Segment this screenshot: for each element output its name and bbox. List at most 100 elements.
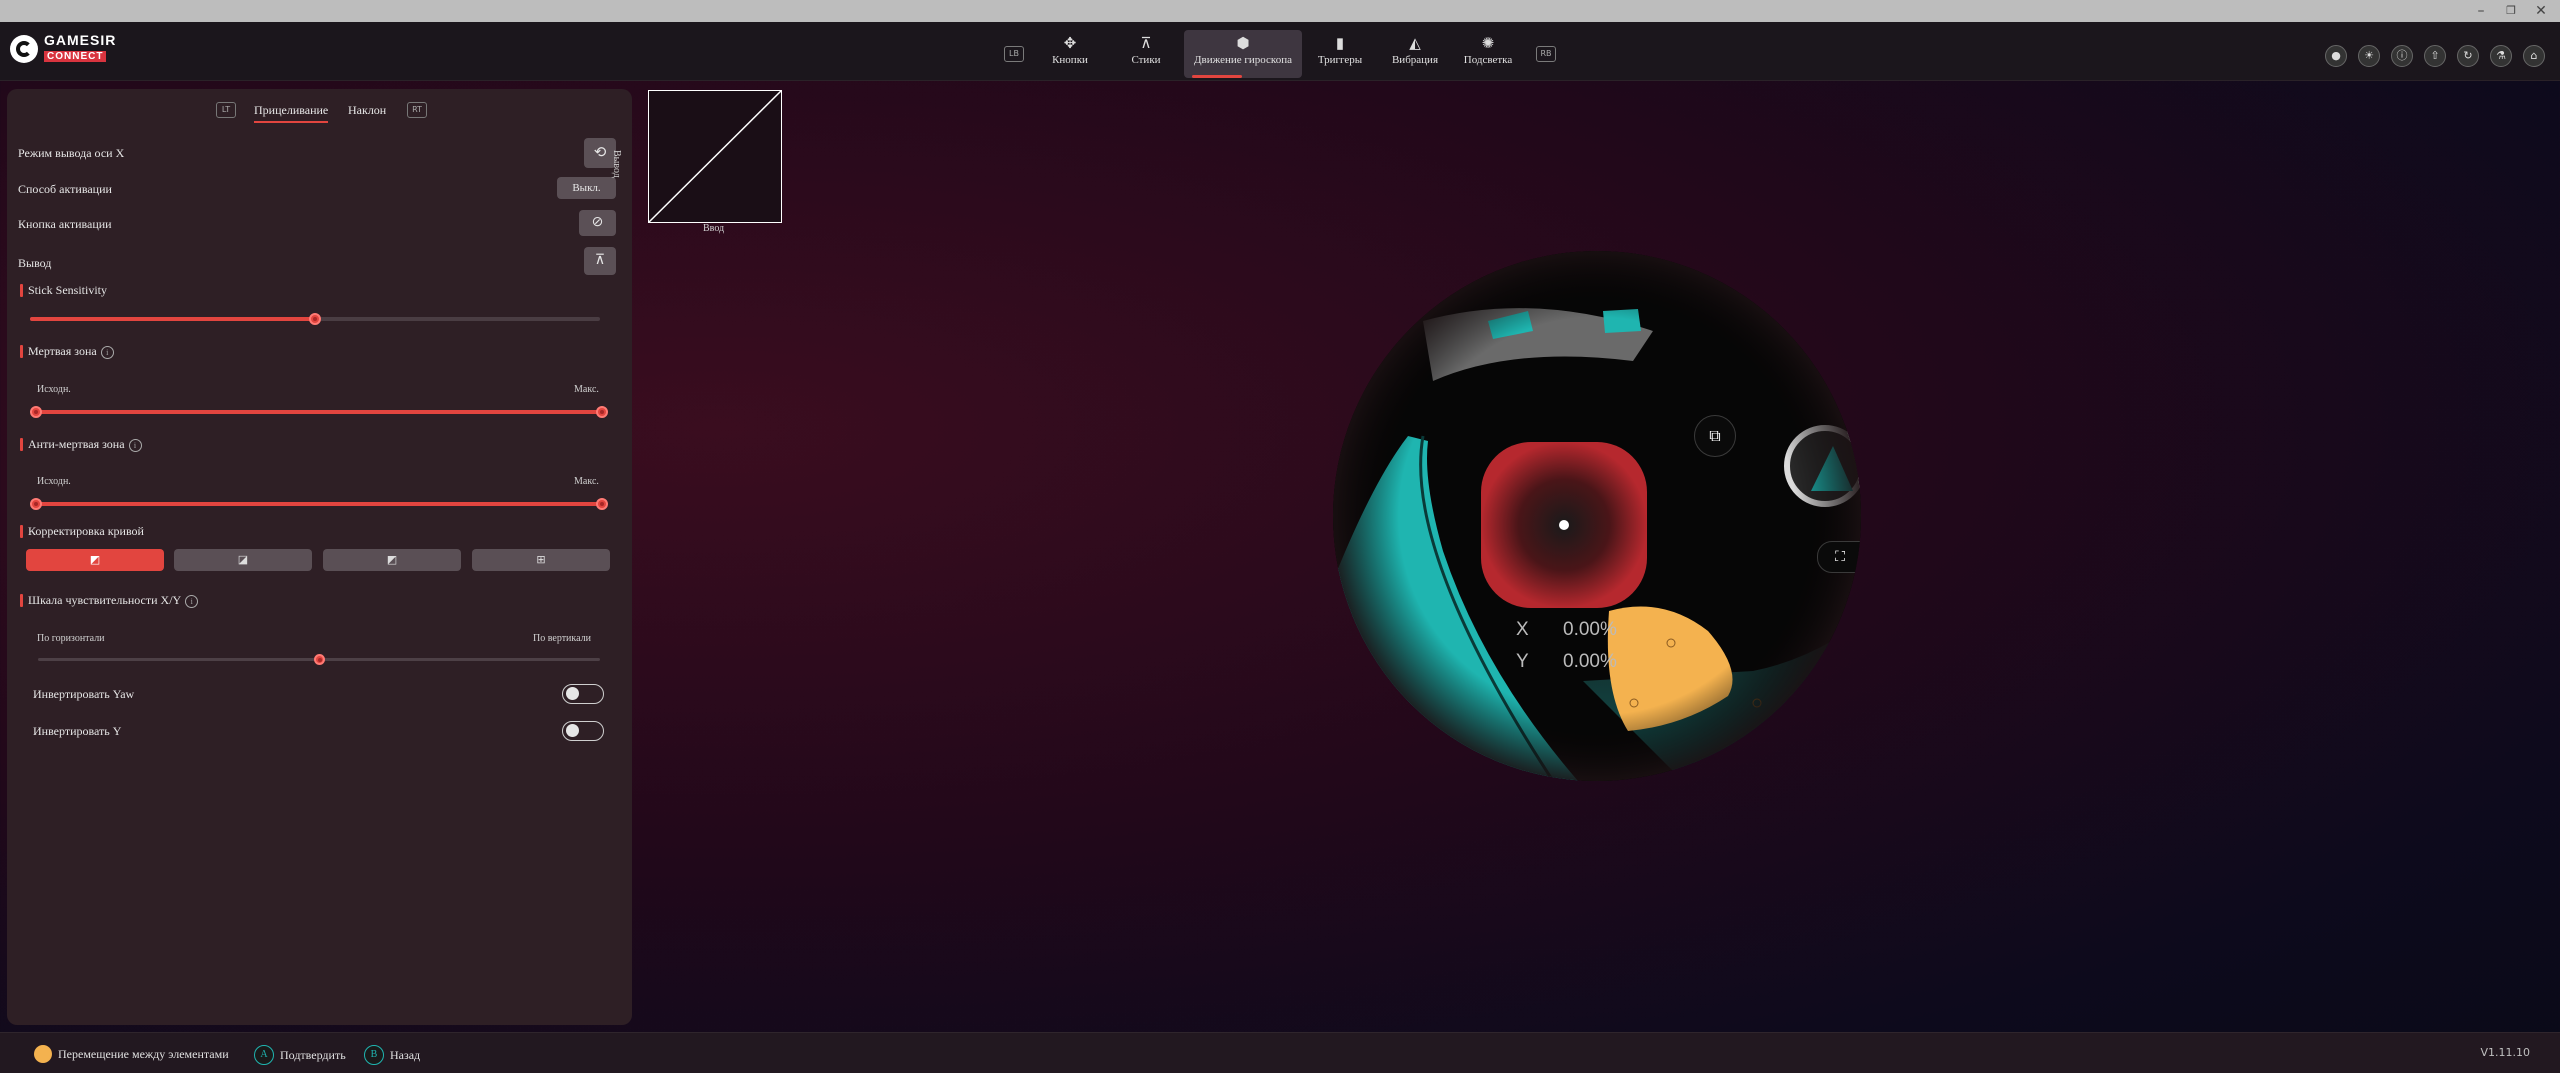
tab-next-rt-badge[interactable]: RT <box>407 102 427 118</box>
anti-deadzone-max-handle[interactable] <box>596 498 608 510</box>
y-axis-readout-value: 0.00% <box>1563 651 1617 672</box>
xy-scale-title-text: Шкала чувствительности X/Y <box>28 593 182 607</box>
invert-y-label: Инвертировать Y <box>33 724 122 738</box>
hint-navigate-text: Перемещение между элементами <box>58 1046 229 1061</box>
deadzone-max-handle[interactable] <box>596 406 608 418</box>
xy-scale-right-label: По вертикали <box>533 633 591 644</box>
restore-icon[interactable]: ❐ <box>2496 1 2526 21</box>
disabled-icon: ⊘ <box>591 215 604 230</box>
gyro-icon: ⬢ <box>1236 36 1250 52</box>
curve-preset-custom-button[interactable]: ⊞ <box>472 549 610 571</box>
xy-scale-info-icon[interactable]: i <box>185 594 199 608</box>
tab-vibration[interactable]: ◭ Вибрация <box>1380 30 1450 78</box>
anti-deadzone-min-handle[interactable] <box>30 498 42 510</box>
y-axis-readout-label: Y <box>1516 651 1529 672</box>
tab-sticks-label: Стики <box>1131 54 1161 66</box>
refresh-icon[interactable]: ↻ <box>2457 45 2479 67</box>
nav-prev-lb-badge[interactable]: LB <box>1004 46 1024 62</box>
curve-preset-3-icon: ◩ <box>386 553 398 566</box>
tab-vibration-label: Вибрация <box>1391 54 1439 66</box>
close-icon[interactable]: ✕ <box>2526 1 2556 21</box>
hint-confirm: A Подтвердить <box>254 1045 346 1065</box>
xy-scale-handle[interactable] <box>313 654 325 665</box>
response-curve-line <box>648 90 782 223</box>
linear-curve-icon: ◩ <box>89 553 101 566</box>
deadzone-min-label: Исходн. <box>37 384 71 395</box>
steering-wheel-icon: ⟲ <box>593 145 607 161</box>
deadzone-info-icon[interactable]: i <box>100 345 114 359</box>
stick-sensitivity-title: Stick Sensitivity <box>20 283 107 298</box>
output-selector-button[interactable]: ⊼ <box>584 247 616 275</box>
deadzone-min-handle[interactable] <box>30 406 42 418</box>
tab-tilt[interactable]: Наклон <box>348 103 386 118</box>
xy-scale-left-label: По горизонтали <box>37 633 105 644</box>
vibration-icon: ◭ <box>1409 36 1421 52</box>
active-tab-indicator <box>1192 75 1242 78</box>
response-curve-svg <box>648 90 782 223</box>
stick-sensitivity-fill <box>30 317 315 321</box>
output-label: Вывод <box>18 256 52 270</box>
deadzone-title-text: Мертвая зона <box>28 344 97 358</box>
activation-button-selector[interactable]: ⊘ <box>579 210 616 236</box>
x-output-mode-label: Режим вывода оси X <box>18 146 125 160</box>
anti-deadzone-info-icon[interactable]: i <box>128 438 142 452</box>
tab-triggers[interactable]: ▮ Триггеры <box>1308 30 1372 78</box>
invert-yaw-toggle[interactable] <box>562 684 604 704</box>
deadzone-max-label: Макс. <box>574 384 599 395</box>
graph-x-axis-label: Ввод <box>703 223 725 234</box>
stick-sensitivity-handle[interactable] <box>309 313 321 325</box>
brightness-icon[interactable]: ☀ <box>2358 45 2380 67</box>
tab-gyro-motion-label: Движение гироскопа <box>1194 54 1292 66</box>
home-icon[interactable]: ⌂ <box>2523 45 2545 67</box>
left-stick-icon <box>34 1045 52 1063</box>
fullscreen-icon[interactable]: ⛶ <box>1817 541 1861 573</box>
lab-flask-icon[interactable]: ⚗ <box>2490 45 2512 67</box>
activation-mode-button[interactable]: Выкл. <box>557 177 616 199</box>
hint-back: B Назад <box>364 1045 420 1065</box>
tab-buttons[interactable]: ✥ Кнопки <box>1042 30 1098 78</box>
anti-deadzone-max-label: Макс. <box>574 476 599 487</box>
app-logo: GAMESIR CONNECT <box>10 33 116 63</box>
nav-next-rb-badge[interactable]: RB <box>1536 46 1556 62</box>
anti-deadzone-range-slider[interactable] <box>30 498 608 510</box>
anti-deadzone-title: Анти-мертвая зона i <box>20 437 142 452</box>
deadzone-range-slider[interactable] <box>30 406 608 418</box>
curve-preset-3-button[interactable]: ◩ <box>323 549 461 571</box>
tab-aiming[interactable]: Прицеливание <box>254 103 329 123</box>
record-icon[interactable]: ● <box>2325 45 2347 67</box>
upload-icon[interactable]: ⇧ <box>2424 45 2446 67</box>
controller-illustration <box>1333 251 1861 781</box>
anti-deadzone-fill <box>36 502 602 506</box>
anti-deadzone-min-label: Исходн. <box>37 476 71 487</box>
curve-adjust-title-text: Корректировка кривой <box>28 524 144 538</box>
tab-lighting-label: Подсветка <box>1463 54 1513 66</box>
info-icon[interactable]: ⓘ <box>2391 45 2413 67</box>
controller-preview: ⧉ ⛶ X 0.00% Y 0.00% <box>1333 251 1861 781</box>
tab-buttons-label: Кнопки <box>1052 54 1088 66</box>
invert-y-toggle[interactable] <box>562 721 604 741</box>
tab-prev-lt-badge[interactable]: LT <box>216 102 236 118</box>
xy-scale-slider[interactable] <box>38 654 600 665</box>
brand-subtitle: CONNECT <box>44 51 107 62</box>
curve-preset-2-button[interactable]: ◪ <box>174 549 312 571</box>
deadzone-title: Мертвая зона i <box>20 344 114 359</box>
tab-sticks[interactable]: ⊼ Стики <box>1116 30 1176 78</box>
tab-lighting[interactable]: ✺ Подсветка <box>1456 30 1520 78</box>
dpad-icon: ✥ <box>1063 36 1077 52</box>
trigger-icon: ▮ <box>1335 36 1345 52</box>
swap-view-icon[interactable]: ⧉ <box>1694 415 1736 457</box>
app-version: V1.11.10 <box>2480 1046 2530 1059</box>
minimize-icon[interactable]: – <box>2466 1 2496 21</box>
curve-custom-icon: ⊞ <box>536 553 546 566</box>
gamesir-logo-icon <box>10 34 38 63</box>
tab-gyro-motion[interactable]: ⬢ Движение гироскопа <box>1184 30 1302 78</box>
curve-preset-linear-button[interactable]: ◩ <box>26 549 164 571</box>
curve-preset-2-icon: ◪ <box>237 553 249 566</box>
window-titlebar <box>0 0 2560 22</box>
hint-navigate: Перемещение между элементами <box>34 1045 229 1063</box>
x-axis-readout-label: X <box>1516 619 1529 640</box>
xy-scale-title: Шкала чувствительности X/Y i <box>20 593 199 608</box>
graph-y-axis-label: Вывод <box>611 150 622 178</box>
tab-triggers-label: Триггеры <box>1317 54 1363 66</box>
stick-sensitivity-slider[interactable] <box>30 313 600 325</box>
